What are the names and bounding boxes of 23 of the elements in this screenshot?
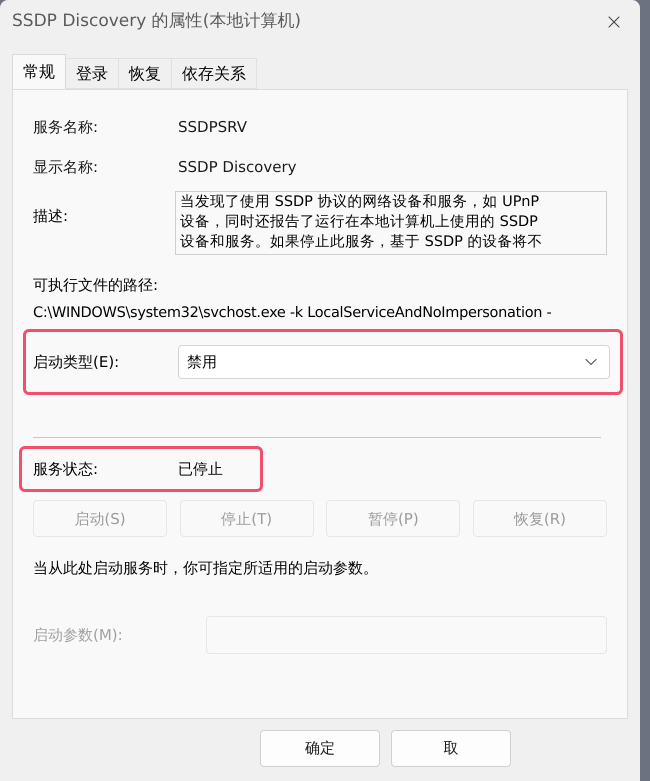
field-label: 服务状态: [33,459,100,480]
service-status-value: 已停止 [178,459,223,480]
tab[interactable]: 依存关系 [172,58,257,89]
dialog-button[interactable]: 确定 [260,730,380,767]
dialog-button[interactable]: 取 [391,730,511,767]
description-line: 设备和服务。如果停止此服务，基于 SSDP 的设备将不 [180,233,544,252]
path-value: C:\WINDOWS\system32\svchost.exe -k LocalServiceAndNoImpersonation - [33,304,552,322]
field-label: 启动参数(M): [33,624,124,646]
field-label: 描述: [33,206,70,227]
tab[interactable]: 常规 [12,54,66,89]
window-title: SSDP Discovery 的属性(本地计算机) [12,10,301,34]
description-line: 设备，同时还报告了运行在本地计算机上使用的 SSDP [180,213,539,232]
tab[interactable]: 恢复 [119,58,172,89]
field-label: 启动类型(E): [33,352,120,373]
field-label: 服务名称: [33,116,100,138]
description-line: 当发现了使用 SSDP 协议的网络设备和服务，如 UPnP [180,192,540,212]
field-label: 显示名称: [33,156,100,178]
field-label: 可执行文件的路径: [33,275,160,296]
tab[interactable]: 登录 [66,58,119,89]
service-name-value: SSDPSRV [178,116,248,138]
hint-text: 当从此处启动服务时，你可指定所适用的启动参数。 [33,558,379,580]
display-name-value: SSDP Discovery [178,156,297,178]
startup-type-dropdown[interactable]: 禁用 [178,345,610,380]
